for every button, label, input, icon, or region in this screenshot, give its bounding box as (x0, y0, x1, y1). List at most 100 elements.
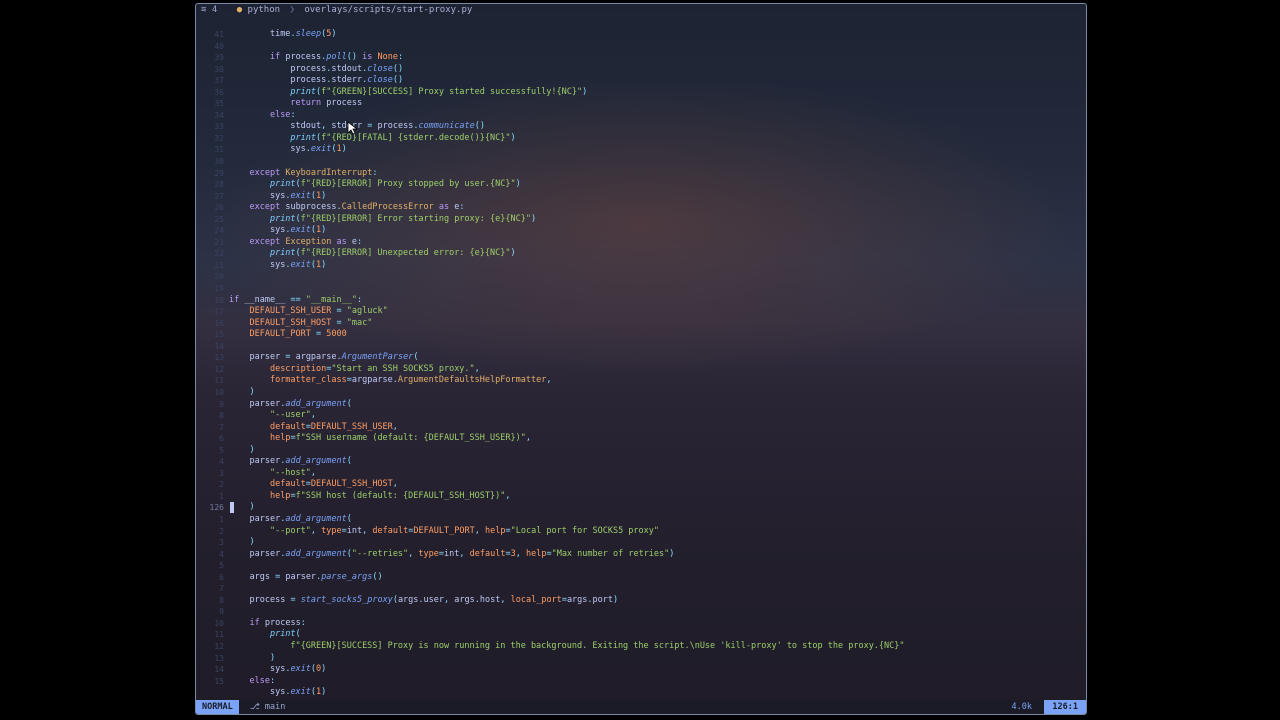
code-line[interactable]: 4 parser.add_argument("--retries", type=… (196, 549, 1086, 561)
code-line[interactable]: 29 except KeyboardInterrupt: (196, 168, 1086, 180)
code-line[interactable]: 15 DEFAULT_PORT = 5000 (196, 329, 1086, 341)
code-line[interactable]: 3 "--host", (196, 468, 1086, 480)
code-line[interactable]: 9 parser.add_argument( (196, 399, 1086, 411)
code-line[interactable]: 18 if __name__ == "__main__": (196, 295, 1086, 307)
layers-icon: ≋ (201, 5, 207, 15)
line-number: 1 (219, 514, 224, 524)
code-text: if process: (249, 617, 306, 628)
code-line[interactable]: 1 parser.add_argument( (196, 514, 1086, 526)
code-line[interactable]: 30 (196, 156, 1086, 168)
code-line[interactable]: 37 process.stderr.close() (196, 75, 1086, 87)
code-line[interactable]: 9 (196, 606, 1086, 618)
code-line[interactable]: 11 formatter_class=argparse.ArgumentDefa… (196, 375, 1086, 387)
line-number: 11 (214, 630, 224, 640)
code-line[interactable]: 34 else: (196, 110, 1086, 122)
code-text: ) (249, 444, 255, 455)
code-line[interactable]: 27 sys.exit(1) (196, 191, 1086, 203)
code-line[interactable]: 126 ) (196, 502, 1086, 514)
code-line[interactable]: 8 "--user", (196, 410, 1086, 422)
code-line[interactable]: 15 else: (196, 676, 1086, 688)
code-line[interactable]: 2 default=DEFAULT_SSH_HOST, (196, 479, 1086, 491)
line-number: 11 (214, 376, 224, 386)
code-line[interactable]: 24 sys.exit(1) (196, 225, 1086, 237)
code-line[interactable]: 23 except Exception as e: (196, 237, 1086, 249)
code-line[interactable]: 5 ) (196, 445, 1086, 457)
code-line[interactable]: 7 default=DEFAULT_SSH_USER, (196, 422, 1086, 434)
code-text: process.stdout.close() (290, 63, 404, 74)
line-number: 27 (214, 191, 224, 201)
code-text: help=f"SSH host (default: {DEFAULT_SSH_H… (269, 490, 511, 501)
code-text: print(f"{GREEN}[SUCCESS] Proxy started s… (290, 86, 588, 97)
code-text: else: (249, 675, 276, 686)
line-number: 22 (214, 249, 224, 259)
code-line[interactable]: 41 time.sleep(5) (196, 29, 1086, 41)
cursor-position: 126:1 (1044, 700, 1086, 714)
line-number: 36 (214, 87, 224, 97)
code-line[interactable]: 19 (196, 283, 1086, 295)
code-line[interactable]: 33 stdout, stderr = process.communicate(… (196, 121, 1086, 133)
code-line[interactable]: 32 print(f"{RED}[FATAL] {stderr.decode()… (196, 133, 1086, 145)
code-text: sys.exit(1) (269, 259, 327, 270)
code-line[interactable]: 12 description="Start an SSH SOCKS5 prox… (196, 364, 1086, 376)
code-text: formatter_class=argparse.ArgumentDefault… (269, 375, 552, 386)
line-number: 20 (214, 272, 224, 282)
branch-name: main (264, 702, 286, 712)
line-number: 7 (219, 584, 224, 594)
line-number: 15 (214, 330, 224, 340)
code-line[interactable]: 3 ) (196, 537, 1086, 549)
file-path[interactable]: overlays/scripts/start-proxy.py (304, 4, 472, 17)
line-number: 25 (214, 214, 224, 224)
code-line[interactable]: 8 process = start_socks5_proxy(args.user… (196, 595, 1086, 607)
line-number: 41 (214, 30, 224, 39)
code-line[interactable]: 28 print(f"{RED}[ERROR] Proxy stopped by… (196, 179, 1086, 191)
code-line[interactable]: 10 if process: (196, 618, 1086, 630)
code-line[interactable]: 38 process.stdout.close() (196, 64, 1086, 76)
code-line[interactable]: 26 except subprocess.CalledProcessError … (196, 202, 1086, 214)
text-cursor (230, 502, 234, 514)
code-line[interactable]: 10 ) (196, 387, 1086, 399)
code-line[interactable]: 12 f"{GREEN}[SUCCESS] Proxy is now runni… (196, 641, 1086, 653)
code-line[interactable]: sys.exit(1) (196, 687, 1086, 697)
code-line[interactable]: 20 (196, 271, 1086, 283)
code-line[interactable]: 36 print(f"{GREEN}[SUCCESS] Proxy starte… (196, 87, 1086, 99)
code-line[interactable]: 35 return process (196, 98, 1086, 110)
code-line[interactable]: 21 sys.exit(1) (196, 260, 1086, 272)
code-line[interactable]: 14 (196, 341, 1086, 353)
code-line[interactable]: 5 (196, 560, 1086, 572)
code-line[interactable]: 39 if process.poll() is None: (196, 52, 1086, 64)
code-text: sys.exit(1) (290, 144, 347, 155)
code-line[interactable]: 1 help=f"SSH host (default: {DEFAULT_SSH… (196, 491, 1086, 503)
code-line[interactable]: 40 (196, 41, 1086, 53)
code-line[interactable]: 6 help=f"SSH username (default: {DEFAULT… (196, 433, 1086, 445)
buffer-indicator[interactable]: ≋ 4 (196, 4, 217, 17)
code-text: default=DEFAULT_SSH_USER, (269, 421, 398, 432)
code-area[interactable]: 41 time.sleep(5) 40 39 if process.poll() i… (196, 29, 1086, 697)
code-line[interactable]: 6 args = parser.parse_args() (196, 572, 1086, 584)
mouse-pointer-icon (347, 121, 357, 135)
line-number: 29 (214, 168, 224, 178)
code-line[interactable]: 17 DEFAULT_SSH_USER = "agluck" (196, 306, 1086, 318)
line-number: 16 (214, 318, 224, 328)
code-line[interactable]: 4 parser.add_argument( (196, 456, 1086, 468)
line-number: 4 (219, 457, 224, 467)
code-text: if process.poll() is None: (269, 52, 404, 63)
code-text: DEFAULT_PORT = 5000 (249, 329, 347, 340)
code-line[interactable]: 22 print(f"{RED}[ERROR] Unexpected error… (196, 248, 1086, 260)
code-line[interactable]: 16 DEFAULT_SSH_HOST = "mac" (196, 318, 1086, 330)
line-number: 5 (219, 445, 224, 455)
code-line[interactable]: 14 sys.exit(0) (196, 664, 1086, 676)
line-number: 40 (214, 41, 224, 51)
language-label[interactable]: python (248, 4, 281, 17)
line-number: 15 (214, 676, 224, 686)
code-line[interactable]: 7 (196, 583, 1086, 595)
code-line[interactable]: 11 print( (196, 629, 1086, 641)
line-number: 28 (214, 180, 224, 190)
code-line[interactable]: 31 sys.exit(1) (196, 144, 1086, 156)
line-number: 24 (214, 226, 224, 236)
code-line[interactable]: 25 print(f"{RED}[ERROR] Error starting p… (196, 214, 1086, 226)
git-branch: ⎇ main (250, 700, 285, 714)
code-line[interactable]: 13 ) (196, 653, 1086, 665)
editor-window[interactable]: ≋ 4 ● python ❯ overlays/scripts/start-pr… (195, 3, 1087, 715)
code-line[interactable]: 2 "--port", type=int, default=DEFAULT_PO… (196, 526, 1086, 538)
code-line[interactable]: 13 parser = argparse.ArgumentParser( (196, 352, 1086, 364)
